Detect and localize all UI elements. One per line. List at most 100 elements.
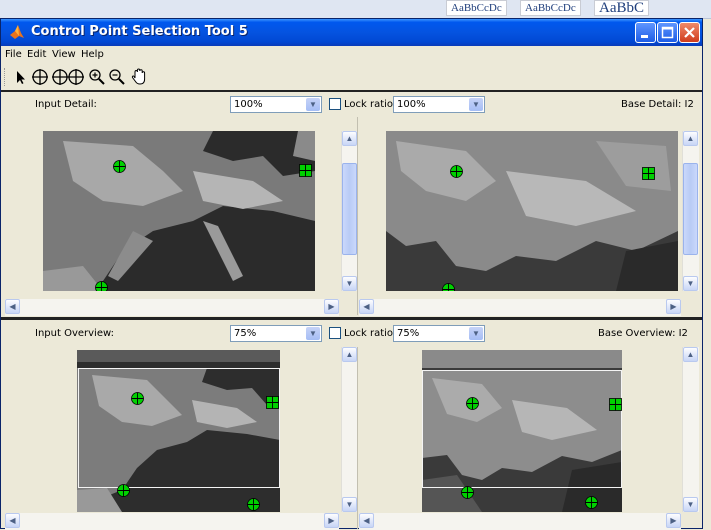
scroll-right-icon[interactable]: ▶ <box>666 299 681 314</box>
base-detail-image[interactable] <box>386 131 678 291</box>
detail-lock-ratio-label: Lock ratio <box>344 99 394 110</box>
scroll-left-icon[interactable]: ◀ <box>5 299 20 314</box>
pane-separator <box>357 117 358 315</box>
scroll-right-icon[interactable]: ▶ <box>324 299 339 314</box>
pane-separator <box>357 347 358 529</box>
detail-region-rectangle[interactable] <box>78 368 280 488</box>
close-icon <box>684 27 695 38</box>
control-point-icon[interactable] <box>117 484 130 497</box>
zoom-out-icon <box>109 69 125 85</box>
control-point-icon[interactable] <box>131 392 144 405</box>
scroll-down-icon[interactable]: ▼ <box>683 497 698 512</box>
scroll-up-icon[interactable]: ▲ <box>342 131 357 146</box>
control-point-icon[interactable] <box>113 160 126 173</box>
control-point-icon[interactable] <box>461 486 474 499</box>
scroll-down-icon[interactable]: ▼ <box>683 276 698 291</box>
base-overview-zoom-value: 75% <box>397 328 420 339</box>
menu-view[interactable]: View <box>52 49 76 60</box>
scroll-left-icon[interactable]: ◀ <box>5 513 20 528</box>
aerial-image-input-detail <box>43 131 315 291</box>
scroll-up-icon[interactable]: ▲ <box>342 347 357 362</box>
control-point-icon[interactable] <box>609 398 622 411</box>
panel-divider <box>1 317 702 320</box>
menu-help[interactable]: Help <box>81 49 104 60</box>
control-point-icon[interactable] <box>442 283 455 291</box>
scroll-up-icon[interactable]: ▲ <box>683 131 698 146</box>
toolbar <box>1 64 702 92</box>
matlab-icon <box>10 25 24 39</box>
minimize-button[interactable] <box>635 22 656 43</box>
input-overview-vscrollbar[interactable]: ▲ ▼ <box>341 347 358 512</box>
add-point-icon <box>32 69 48 85</box>
scroll-left-icon[interactable]: ◀ <box>359 299 374 314</box>
aerial-image-base-detail <box>386 131 678 291</box>
input-detail-vscrollbar[interactable]: ▲ ▼ <box>341 131 358 291</box>
input-overview-label: Input Overview: <box>35 328 114 339</box>
chevron-down-icon: ▼ <box>469 98 483 111</box>
base-overview-hscrollbar[interactable]: ◀ ▶ <box>359 513 681 530</box>
input-detail-label: Input Detail: <box>35 99 97 110</box>
maximize-button[interactable] <box>657 22 678 43</box>
zoom-in-icon <box>89 69 105 85</box>
control-point-icon[interactable] <box>266 396 279 409</box>
style-swatch-3: AaBbC <box>594 0 649 16</box>
select-arrow-icon <box>17 71 25 84</box>
window-title: Control Point Selection Tool 5 <box>31 24 248 39</box>
base-detail-zoom-value: 100% <box>397 99 426 110</box>
style-swatch-1: AaBbCcDc <box>446 0 507 16</box>
control-point-icon[interactable] <box>466 397 479 410</box>
detail-region-rectangle[interactable] <box>422 370 622 488</box>
title-bar[interactable]: Control Point Selection Tool 5 <box>1 19 702 46</box>
add-point-button[interactable] <box>30 67 50 87</box>
menu-edit[interactable]: Edit <box>27 49 46 60</box>
control-point-icon[interactable] <box>585 496 598 509</box>
overview-lock-ratio-checkbox[interactable] <box>329 327 341 339</box>
chevron-down-icon: ▼ <box>306 327 320 340</box>
select-arrow-button[interactable] <box>10 67 30 87</box>
input-overview-image[interactable] <box>77 350 280 512</box>
input-detail-hscrollbar[interactable]: ◀ ▶ <box>5 299 339 316</box>
chevron-down-icon: ▼ <box>306 98 320 111</box>
base-overview-label: Base Overview: I2 <box>598 328 688 339</box>
base-overview-zoom-select[interactable]: 75% ▼ <box>393 325 485 342</box>
menu-bar: File Edit View Help <box>1 46 702 64</box>
menu-file[interactable]: File <box>5 49 22 60</box>
zoom-in-button[interactable] <box>87 67 107 87</box>
base-overview-image[interactable] <box>422 350 622 512</box>
control-point-icon[interactable] <box>247 498 260 511</box>
base-detail-label: Base Detail: I2 <box>621 99 694 110</box>
scroll-thumb[interactable] <box>342 163 357 255</box>
input-overview-zoom-value: 75% <box>234 328 257 339</box>
detail-header: Input Detail: 100% ▼ Lock ratio 100% ▼ B… <box>1 92 702 116</box>
style-swatch-2: AaBbCcDc <box>520 0 581 16</box>
base-detail-zoom-select[interactable]: 100% ▼ <box>393 96 485 113</box>
input-overview-zoom-select[interactable]: 75% ▼ <box>230 325 322 342</box>
overview-lock-ratio-label: Lock ratio <box>344 328 394 339</box>
control-point-icon[interactable] <box>95 281 108 291</box>
detail-lock-ratio-checkbox[interactable] <box>329 98 341 110</box>
input-detail-image[interactable] <box>43 131 315 291</box>
cpselect-window: Control Point Selection Tool 5 File Edit… <box>0 18 703 530</box>
base-detail-hscrollbar[interactable]: ◀ ▶ <box>359 299 681 316</box>
input-detail-zoom-select[interactable]: 100% ▼ <box>230 96 322 113</box>
close-button[interactable] <box>679 22 700 43</box>
pan-hand-button[interactable] <box>129 67 149 87</box>
input-overview-hscrollbar[interactable]: ◀ ▶ <box>5 513 339 530</box>
zoom-out-button[interactable] <box>107 67 127 87</box>
scroll-left-icon[interactable]: ◀ <box>359 513 374 528</box>
predict-point-button[interactable] <box>51 67 85 87</box>
scroll-down-icon[interactable]: ▼ <box>342 276 357 291</box>
base-detail-vscrollbar[interactable]: ▲ ▼ <box>682 131 699 291</box>
predict-point-icon <box>52 69 84 85</box>
scroll-up-icon[interactable]: ▲ <box>683 347 698 362</box>
scroll-right-icon[interactable]: ▶ <box>666 513 681 528</box>
scroll-down-icon[interactable]: ▼ <box>342 497 357 512</box>
input-detail-zoom-value: 100% <box>234 99 263 110</box>
base-overview-vscrollbar[interactable]: ▲ ▼ <box>682 347 699 512</box>
toolbar-grip <box>4 68 7 86</box>
control-point-icon[interactable] <box>299 164 312 177</box>
scroll-right-icon[interactable]: ▶ <box>324 513 339 528</box>
scroll-thumb[interactable] <box>683 163 698 255</box>
control-point-icon[interactable] <box>642 167 655 180</box>
control-point-icon[interactable] <box>450 165 463 178</box>
